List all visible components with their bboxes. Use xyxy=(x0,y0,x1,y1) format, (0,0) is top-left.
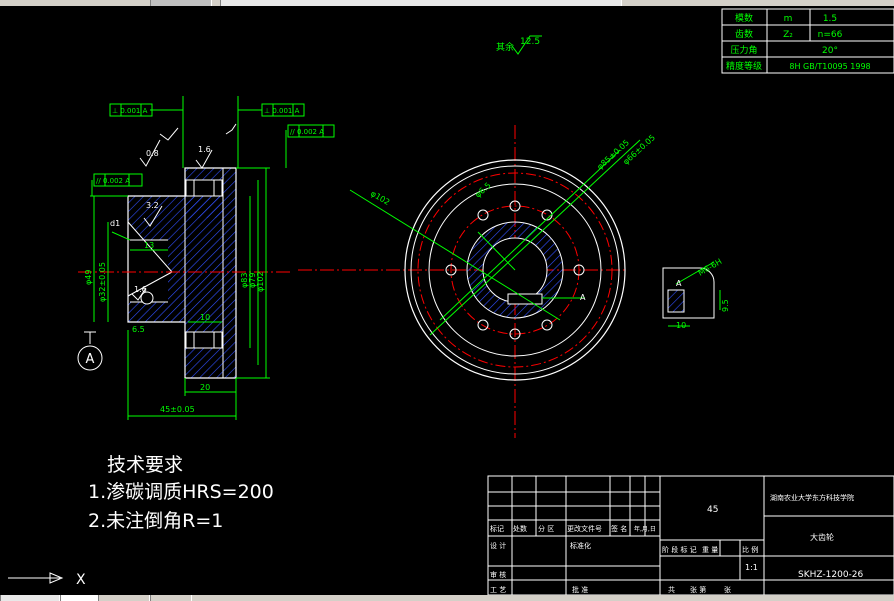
tb-stage: 阶 段 标 记 xyxy=(662,545,697,554)
tb-drawing-no: SKHZ-1200-26 xyxy=(798,570,864,580)
drawing-canvas[interactable]: 模数 m 1.5 齿数 Z₂ n=66 压力角 20° 精度等级 8H GB/T… xyxy=(0,6,894,596)
tb-header: 标记 xyxy=(490,524,504,533)
tb-approve: 批 准 xyxy=(572,585,588,594)
roughness-value: 0.8 xyxy=(146,149,159,158)
layout-tab[interactable] xyxy=(98,595,150,601)
ucs-icon: X xyxy=(8,572,86,588)
param-name: 齿数 xyxy=(735,28,753,40)
dim-13: 13 xyxy=(144,241,154,250)
layout-tab-model[interactable] xyxy=(0,595,60,601)
tb-header: 处数 xyxy=(513,524,527,533)
param-name: 压力角 xyxy=(730,44,757,56)
param-symbol: m xyxy=(784,14,793,24)
layout-tab[interactable] xyxy=(60,595,98,601)
tb-header: 分 区 xyxy=(538,524,554,533)
dim-hole: 6.5 xyxy=(132,325,145,334)
tb-header: 签 名 xyxy=(611,524,627,533)
param-name: 模数 xyxy=(735,12,753,24)
roughness-value: 3.2 xyxy=(146,201,159,210)
tech-requirements: 技术要求 1.渗碳调质HRS=200 2.未注倒角R=1 xyxy=(88,454,274,532)
tb-scale: 1:1 xyxy=(745,563,758,572)
tech-req-title: 技术要求 xyxy=(107,454,183,476)
section-view: ⊥ 0.001 A ⊥ 0.001 A // 0.002 A // 0.002 … xyxy=(77,96,335,420)
dim-10: 10 xyxy=(200,313,210,322)
tb-school: 湖南农业大学东方科技学院 xyxy=(770,493,854,502)
detail-w: 10 xyxy=(676,321,686,330)
tb-standard: 标准化 xyxy=(570,541,591,550)
roughness-note-label: 其余 xyxy=(496,41,514,53)
dim-d1: d1 xyxy=(110,219,120,228)
dim-20: 20 xyxy=(200,383,210,392)
roughness-note-value: 12.5 xyxy=(520,37,540,47)
front-view-a: A xyxy=(580,293,586,302)
layout-tab[interactable] xyxy=(150,595,192,601)
detail-view-a: A M6-6H 9.5 10 xyxy=(662,257,730,330)
tech-req-item: 1.渗碳调质HRS=200 xyxy=(88,481,274,503)
tb-check: 审 核 xyxy=(490,570,506,579)
tb-process: 工 艺 xyxy=(490,586,506,594)
dim-d-right-c: φ102 xyxy=(256,271,265,292)
front-view: φ102 φ85±0.05 φ66±0.05 φ6.5 A xyxy=(298,125,657,438)
tolerance-parallel-left: // 0.002 A xyxy=(96,177,130,185)
tb-header: 更改文件号 xyxy=(567,524,602,533)
param-symbol: Z₂ xyxy=(783,30,793,40)
datum-a-label: A xyxy=(86,352,95,367)
dim-d-left-b: φ32±0.05 xyxy=(98,262,107,302)
param-value: 20° xyxy=(822,46,838,56)
tb-sheets: 张 第 xyxy=(690,585,706,594)
detail-h: 9.5 xyxy=(721,299,730,312)
param-value: n=66 xyxy=(818,30,843,40)
tolerance-parallel-top: // 0.002 A xyxy=(290,128,324,136)
tolerance-perp-left: ⊥ 0.001 A xyxy=(112,107,148,115)
tb-part-name: 大齿轮 xyxy=(810,532,834,542)
dim-d-left-a: φ49 xyxy=(84,270,93,285)
dim-total: 45±0.05 xyxy=(160,405,195,414)
param-value: 8H GB/T10095 1998 xyxy=(789,62,870,71)
tb-sheets: 共 xyxy=(668,585,675,594)
tolerance-perp-right: ⊥ 0.001 A xyxy=(264,107,300,115)
front-dim-mid2: φ66±0.05 xyxy=(621,133,657,166)
ucs-x-label: X xyxy=(76,572,86,588)
roughness-value: 1.6 xyxy=(198,145,211,154)
detail-letter: A xyxy=(676,279,682,288)
tb-weight: 重 量 xyxy=(702,546,718,554)
roughness-note: 其余 12.5 xyxy=(496,35,542,55)
tb-ratio: 比 例 xyxy=(742,545,758,554)
datum-a: A xyxy=(77,331,103,371)
roughness-value: 1.6 xyxy=(134,285,147,294)
param-name: 精度等级 xyxy=(726,60,762,72)
tb-sheets: 张 xyxy=(724,585,731,594)
status-bar xyxy=(0,595,894,601)
front-dim-hole: φ6.5 xyxy=(473,181,492,200)
tech-req-item: 2.未注倒角R=1 xyxy=(88,510,223,532)
tb-header: 年,月,日 xyxy=(634,525,656,533)
param-value: 1.5 xyxy=(823,14,837,24)
tb-material: 45 xyxy=(707,505,718,515)
tb-design: 设 计 xyxy=(490,541,506,550)
detail-thread: M6-6H xyxy=(697,257,724,278)
